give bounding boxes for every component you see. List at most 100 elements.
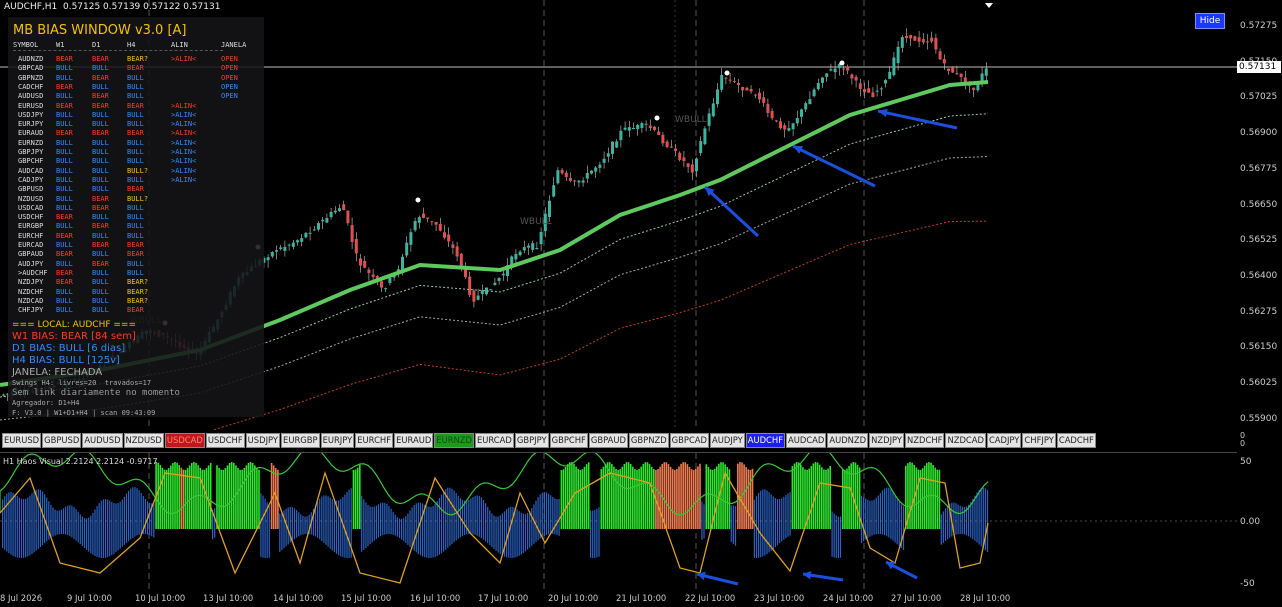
- bias-w1: BULL: [56, 138, 73, 147]
- candle-body: [417, 217, 421, 223]
- pair-button-audnzd[interactable]: AUDNZD: [827, 433, 869, 448]
- candle-body: [695, 158, 698, 172]
- candle-body: [699, 141, 703, 154]
- pair-button-eurchf[interactable]: EURCHF: [355, 433, 394, 448]
- histogram-bar: [220, 469, 222, 529]
- candle-body: [350, 225, 354, 242]
- pair-button-usdcad[interactable]: USDCAD: [164, 433, 205, 448]
- pair-button-audjpy[interactable]: AUDJPY: [709, 433, 745, 448]
- bias-row: AUDJPY BULL BEAR BULL: [8, 260, 264, 269]
- time-axis[interactable]: 8 Jul 2026 9 Jul 10:00 10 Jul 10:00 13 Jul …: [0, 592, 1237, 607]
- histogram-bar: [554, 498, 556, 521]
- histogram-bar: [386, 503, 388, 521]
- histogram-bar: [350, 488, 352, 521]
- histogram-bar: [646, 462, 649, 529]
- pair-button-gbpjpy[interactable]: GBPJPY: [514, 433, 549, 448]
- pair-button-audcad[interactable]: AUDCAD: [786, 433, 827, 448]
- histogram-bar: [739, 462, 741, 529]
- candle-body: [577, 180, 581, 183]
- candle-body: [947, 68, 950, 71]
- pair-button-cadjpy[interactable]: CADJPY: [986, 433, 1022, 448]
- bias-w1: BEAR: [56, 82, 73, 91]
- histogram-bar: [153, 521, 155, 538]
- histogram-bar: [260, 521, 262, 558]
- histogram-bar: [174, 462, 176, 529]
- pair-button-eurcad[interactable]: EURCAD: [474, 433, 514, 448]
- bias-symbol: NZDCAD: [18, 296, 44, 305]
- histogram-bar: [254, 465, 256, 529]
- candle-body: [476, 295, 480, 300]
- histogram-bar: [965, 521, 968, 536]
- histogram-bar: [60, 509, 62, 521]
- bias-h4: BEAR: [127, 101, 144, 110]
- pair-button-chfjpy[interactable]: CHFJPY: [1022, 433, 1056, 448]
- pair-button-gbpchf[interactable]: GBPCHF: [549, 433, 588, 448]
- histogram-bar: [102, 499, 104, 521]
- histogram-bar: [793, 463, 796, 529]
- candle-body: [779, 121, 782, 129]
- pair-button-gbpcad[interactable]: GBPCAD: [669, 433, 709, 448]
- histogram-bar: [982, 487, 984, 521]
- bias-d1: BEAR: [92, 241, 109, 249]
- bias-row: EURCAD BULL BEAR BEAR: [8, 241, 264, 250]
- pair-button-eurjpy[interactable]: EURJPY: [320, 433, 355, 448]
- pair-button-nzdchf[interactable]: NZDCHF: [905, 433, 945, 448]
- bias-row: EURAUD BEAR BEAR BEAR >ALIN<: [8, 129, 264, 138]
- hide-button[interactable]: Hide: [1195, 13, 1225, 29]
- histogram-bar: [543, 521, 545, 536]
- pair-button-eurgbp[interactable]: EURGBP: [281, 433, 320, 448]
- histogram-bar: [455, 521, 457, 541]
- main-chart[interactable]: WBULLWBULLWBULL AUDCHF,H1 0.57125 0.5713…: [0, 0, 1282, 430]
- sub-level-neg50: -50: [1240, 579, 1255, 589]
- time-tick-label: 16 Jul 10:00: [410, 593, 461, 603]
- pair-button-usdjpy[interactable]: USDJPY: [245, 433, 281, 448]
- histogram-bar: [331, 521, 333, 551]
- pair-button-euraud[interactable]: EURAUD: [394, 433, 434, 448]
- histogram-bar: [787, 493, 789, 521]
- candle-body: [770, 111, 774, 119]
- pair-button-nzdcad[interactable]: NZDCAD: [945, 433, 986, 448]
- pair-button-nzdjpy[interactable]: NZDJPY: [869, 433, 905, 448]
- histogram-bar: [361, 521, 363, 552]
- histogram-bar: [984, 488, 986, 521]
- haos-visual-indicator[interactable]: [0, 453, 1237, 592]
- histogram-bar: [520, 521, 522, 555]
- pair-button-nzdusd[interactable]: NZDUSD: [123, 433, 164, 448]
- pair-button-audusd[interactable]: AUDUSD: [82, 433, 123, 448]
- histogram-bar: [816, 462, 819, 529]
- pair-button-gbpaud[interactable]: GBPAUD: [588, 433, 628, 448]
- pair-button-eurnzd[interactable]: EURNZD: [434, 433, 474, 448]
- bias-d1: BULL: [92, 185, 109, 194]
- bias-w1: BULL: [56, 64, 73, 73]
- histogram-bar: [703, 521, 705, 539]
- histogram-bar: [165, 469, 168, 529]
- candle-body: [573, 180, 577, 182]
- price-tick-label: 0.56650: [1240, 199, 1278, 210]
- pair-button-gbpusd[interactable]: GBPUSD: [42, 433, 82, 448]
- candle-body: [367, 269, 371, 274]
- pair-button-gbpnzd[interactable]: GBPNZD: [628, 433, 669, 448]
- aggregator-line: Agregador: D1+H4: [12, 399, 80, 407]
- bias-symbol: EURCHF: [18, 231, 44, 240]
- bias-h4: BEAR?: [127, 278, 149, 287]
- histogram-bar: [136, 521, 138, 536]
- histogram-bar: [75, 521, 77, 541]
- histogram-bar: [648, 464, 651, 529]
- pair-button-eurusd[interactable]: EURUSD: [2, 433, 42, 448]
- time-tick-label: 23 Jul 10:00: [754, 593, 805, 603]
- histogram-bar: [54, 509, 56, 521]
- histogram-bar: [424, 521, 426, 558]
- bias-symbol: AUDUSD: [18, 92, 44, 101]
- histogram-bar: [285, 508, 287, 521]
- pair-button-usdchf[interactable]: USDCHF: [205, 433, 245, 448]
- candle-body: [711, 103, 715, 117]
- histogram-bar: [14, 494, 16, 521]
- bias-symbol: EURJPY: [18, 120, 44, 129]
- pair-button-cadchf[interactable]: CADCHF: [1056, 433, 1096, 448]
- histogram-bar: [384, 502, 386, 521]
- pair-button-audchf[interactable]: AUDCHF: [745, 433, 786, 448]
- bias-w1: BULL: [56, 157, 73, 166]
- histogram-bar: [14, 521, 16, 557]
- bias-symbol: EURNZD: [18, 138, 44, 147]
- histogram-bar: [218, 467, 220, 529]
